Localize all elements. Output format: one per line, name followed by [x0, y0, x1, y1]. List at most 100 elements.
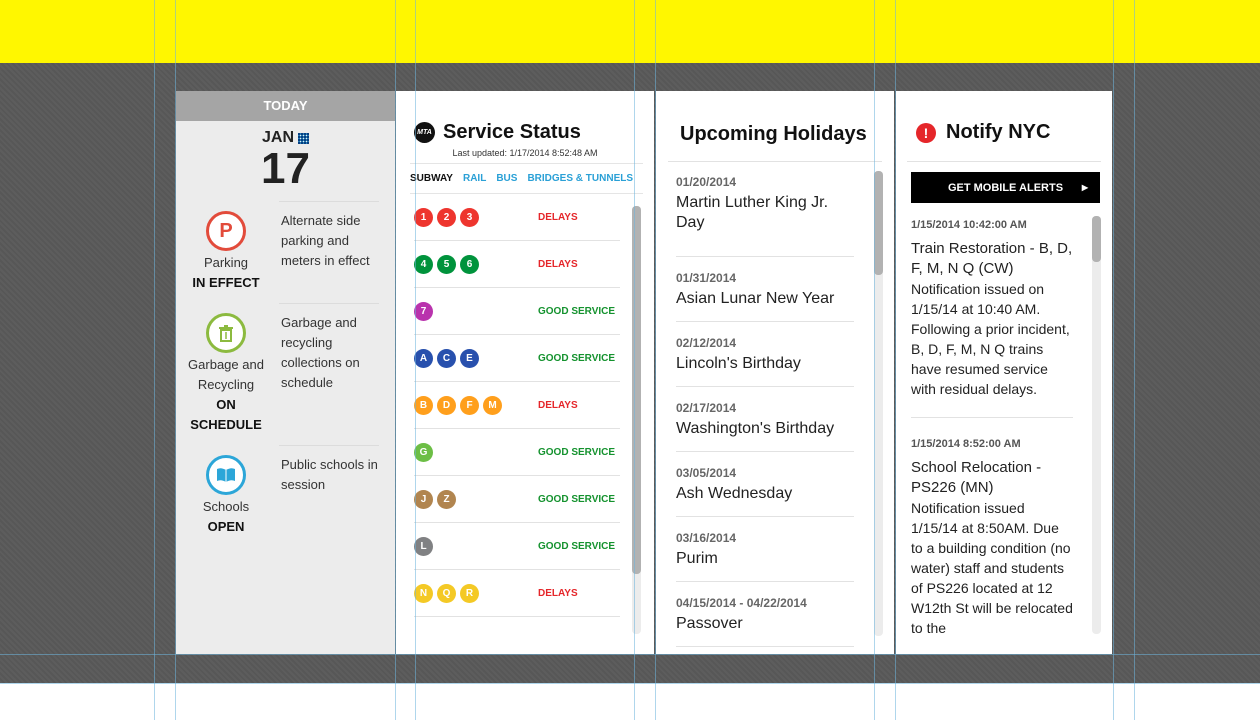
route-bullet: G: [414, 442, 433, 462]
holiday-name: Passover: [676, 615, 743, 632]
today-header: TODAY: [176, 91, 395, 121]
line-status: GOOD SERVICE: [538, 540, 616, 552]
holiday-date: 03/16/2014: [676, 531, 737, 545]
notify-scrollbar[interactable]: [1092, 216, 1101, 634]
route-bullet: E: [460, 348, 479, 368]
subway-line-row[interactable]: 4 5 6 DELAYS: [414, 241, 620, 288]
parking-description: Alternate side parking and meters in eff…: [281, 213, 370, 268]
notification-title: Train Restoration - B, D, F, M, N Q (CW): [911, 240, 1073, 277]
route-bullet: 5: [437, 254, 456, 274]
tab-subway[interactable]: SUBWAY: [410, 173, 453, 184]
trash-can-icon[interactable]: [206, 313, 246, 353]
holidays-list: 01/20/2014 Martin Luther King Jr. Day 01/3…: [676, 175, 854, 647]
route-bullet: C: [437, 348, 456, 368]
route-bullet: A: [414, 348, 433, 368]
holiday-name: Ash Wednesday: [676, 485, 793, 502]
header-band: [0, 0, 1260, 63]
route-bullet: 3: [460, 207, 479, 227]
parking-icon[interactable]: P: [206, 211, 246, 251]
route-bullet: M: [483, 395, 502, 415]
holiday-name: Martin Luther King Jr. Day: [676, 194, 829, 231]
schools-status: Schools OPEN Public schools in session: [176, 455, 395, 537]
tab-bridges-tunnels[interactable]: BRIDGES & TUNNELS: [527, 173, 633, 184]
holiday-item[interactable]: 02/17/2014 Washington's Birthday: [676, 387, 854, 452]
date-block: JAN 17: [176, 129, 395, 191]
line-status: GOOD SERVICE: [538, 493, 616, 505]
line-status: DELAYS: [538, 211, 578, 223]
garbage-status: Garbage and Recycling ON SCHEDULE Garbag…: [176, 313, 395, 435]
divider: [279, 445, 379, 446]
route-bullet: L: [414, 536, 433, 556]
today-panel: TODAY JAN 17 P Parking IN EFFECT Alterna…: [176, 91, 395, 654]
notification-item[interactable]: 1/15/2014 10:42:00 AM Train Restoration -…: [911, 211, 1073, 418]
schools-description: Public schools in session: [281, 457, 378, 492]
divider: [907, 161, 1101, 162]
subway-line-row[interactable]: J Z GOOD SERVICE: [414, 476, 620, 523]
notify-nyc-panel: ! Notify NYC GET MOBILE ALERTS ▶ 1/15/20…: [896, 91, 1112, 654]
holiday-item[interactable]: 03/16/2014 Purim: [676, 517, 854, 582]
subway-line-row[interactable]: G GOOD SERVICE: [414, 429, 620, 476]
holiday-date: 02/17/2014: [676, 401, 737, 415]
schools-label: Schools: [202, 499, 250, 514]
alert-icon: !: [916, 122, 936, 143]
route-bullet: D: [437, 395, 456, 415]
holiday-item[interactable]: 04/15/2014 - 04/22/2014 Passover: [676, 582, 854, 647]
holiday-item[interactable]: 01/31/2014 Asian Lunar New Year: [676, 257, 854, 322]
garbage-state-line1: ON: [216, 397, 236, 412]
subway-line-row[interactable]: A C E GOOD SERVICE: [414, 335, 620, 382]
garbage-description: Garbage and recycling collections on sch…: [281, 315, 360, 390]
route-bullet: 7: [414, 301, 433, 321]
get-mobile-alerts-button[interactable]: GET MOBILE ALERTS ▶: [911, 172, 1100, 203]
route-bullet: B: [414, 395, 433, 415]
holidays-scrollbar[interactable]: [874, 171, 883, 636]
subway-line-row[interactable]: 1 2 3 DELAYS: [414, 194, 620, 241]
subway-line-row[interactable]: 7 GOOD SERVICE: [414, 288, 620, 335]
holiday-date: 03/05/2014: [676, 466, 737, 480]
route-bullets: 456: [414, 254, 479, 274]
notify-title: Notify NYC: [946, 121, 1051, 143]
service-scrollbar[interactable]: [632, 206, 641, 634]
notification-item[interactable]: 1/15/2014 8:52:00 AM School Relocation - …: [911, 430, 1073, 637]
route-bullet: R: [460, 583, 479, 603]
garbage-state-line2: SCHEDULE: [190, 417, 262, 432]
service-tabs: SUBWAY RAIL BUS BRIDGES & TUNNELS: [410, 163, 643, 194]
route-bullets: 7: [414, 301, 433, 321]
holidays-scrollbar-thumb[interactable]: [874, 171, 883, 275]
subway-line-row[interactable]: N Q R DELAYS: [414, 570, 620, 617]
holiday-date: 02/12/2014: [676, 336, 737, 350]
calendar-icon[interactable]: [298, 132, 309, 144]
tab-rail[interactable]: RAIL: [463, 173, 486, 184]
route-bullets: BDFM: [414, 395, 502, 415]
holiday-date: 01/20/2014: [676, 175, 737, 189]
line-status: GOOD SERVICE: [538, 352, 616, 364]
line-status: DELAYS: [538, 258, 578, 270]
holiday-item[interactable]: 03/05/2014 Ash Wednesday: [676, 452, 854, 517]
subway-line-row[interactable]: B D F M DELAYS: [414, 382, 620, 429]
route-bullet: F: [460, 395, 479, 415]
guide-line: [0, 683, 1260, 684]
subway-line-row[interactable]: L GOOD SERVICE: [414, 523, 620, 570]
service-scrollbar-thumb[interactable]: [632, 206, 641, 574]
line-status: DELAYS: [538, 399, 578, 411]
garbage-label: Garbage and Recycling: [188, 357, 264, 392]
route-bullet: 4: [414, 254, 433, 274]
notification-body: Notification issued 1/15/14 at 8:50AM. D…: [911, 500, 1073, 636]
tab-bus[interactable]: BUS: [496, 173, 517, 184]
book-icon[interactable]: [206, 455, 246, 495]
holiday-date: 04/15/2014 - 04/22/2014: [676, 596, 807, 610]
notify-scrollbar-thumb[interactable]: [1092, 216, 1101, 262]
notification-title: School Relocation - PS226 (MN): [911, 459, 1042, 496]
holiday-item[interactable]: 02/12/2014 Lincoln's Birthday: [676, 322, 854, 387]
parking-state: IN EFFECT: [192, 275, 260, 290]
chevron-right-icon: ▶: [1081, 183, 1088, 192]
route-bullets: NQR: [414, 583, 479, 603]
parking-status: P Parking IN EFFECT Alternate side parki…: [176, 211, 395, 293]
route-bullets: JZ: [414, 489, 456, 509]
last-updated: Last updated: 1/17/2014 8:52:48 AM: [452, 148, 598, 158]
service-status-title: Service Status: [443, 121, 581, 143]
holiday-name: Washington's Birthday: [676, 420, 835, 437]
holidays-title: Upcoming Holidays: [680, 123, 867, 145]
holiday-item[interactable]: 01/20/2014 Martin Luther King Jr. Day: [676, 175, 854, 257]
mta-logo-icon: MTA: [414, 122, 435, 143]
route-bullet: J: [414, 489, 433, 509]
